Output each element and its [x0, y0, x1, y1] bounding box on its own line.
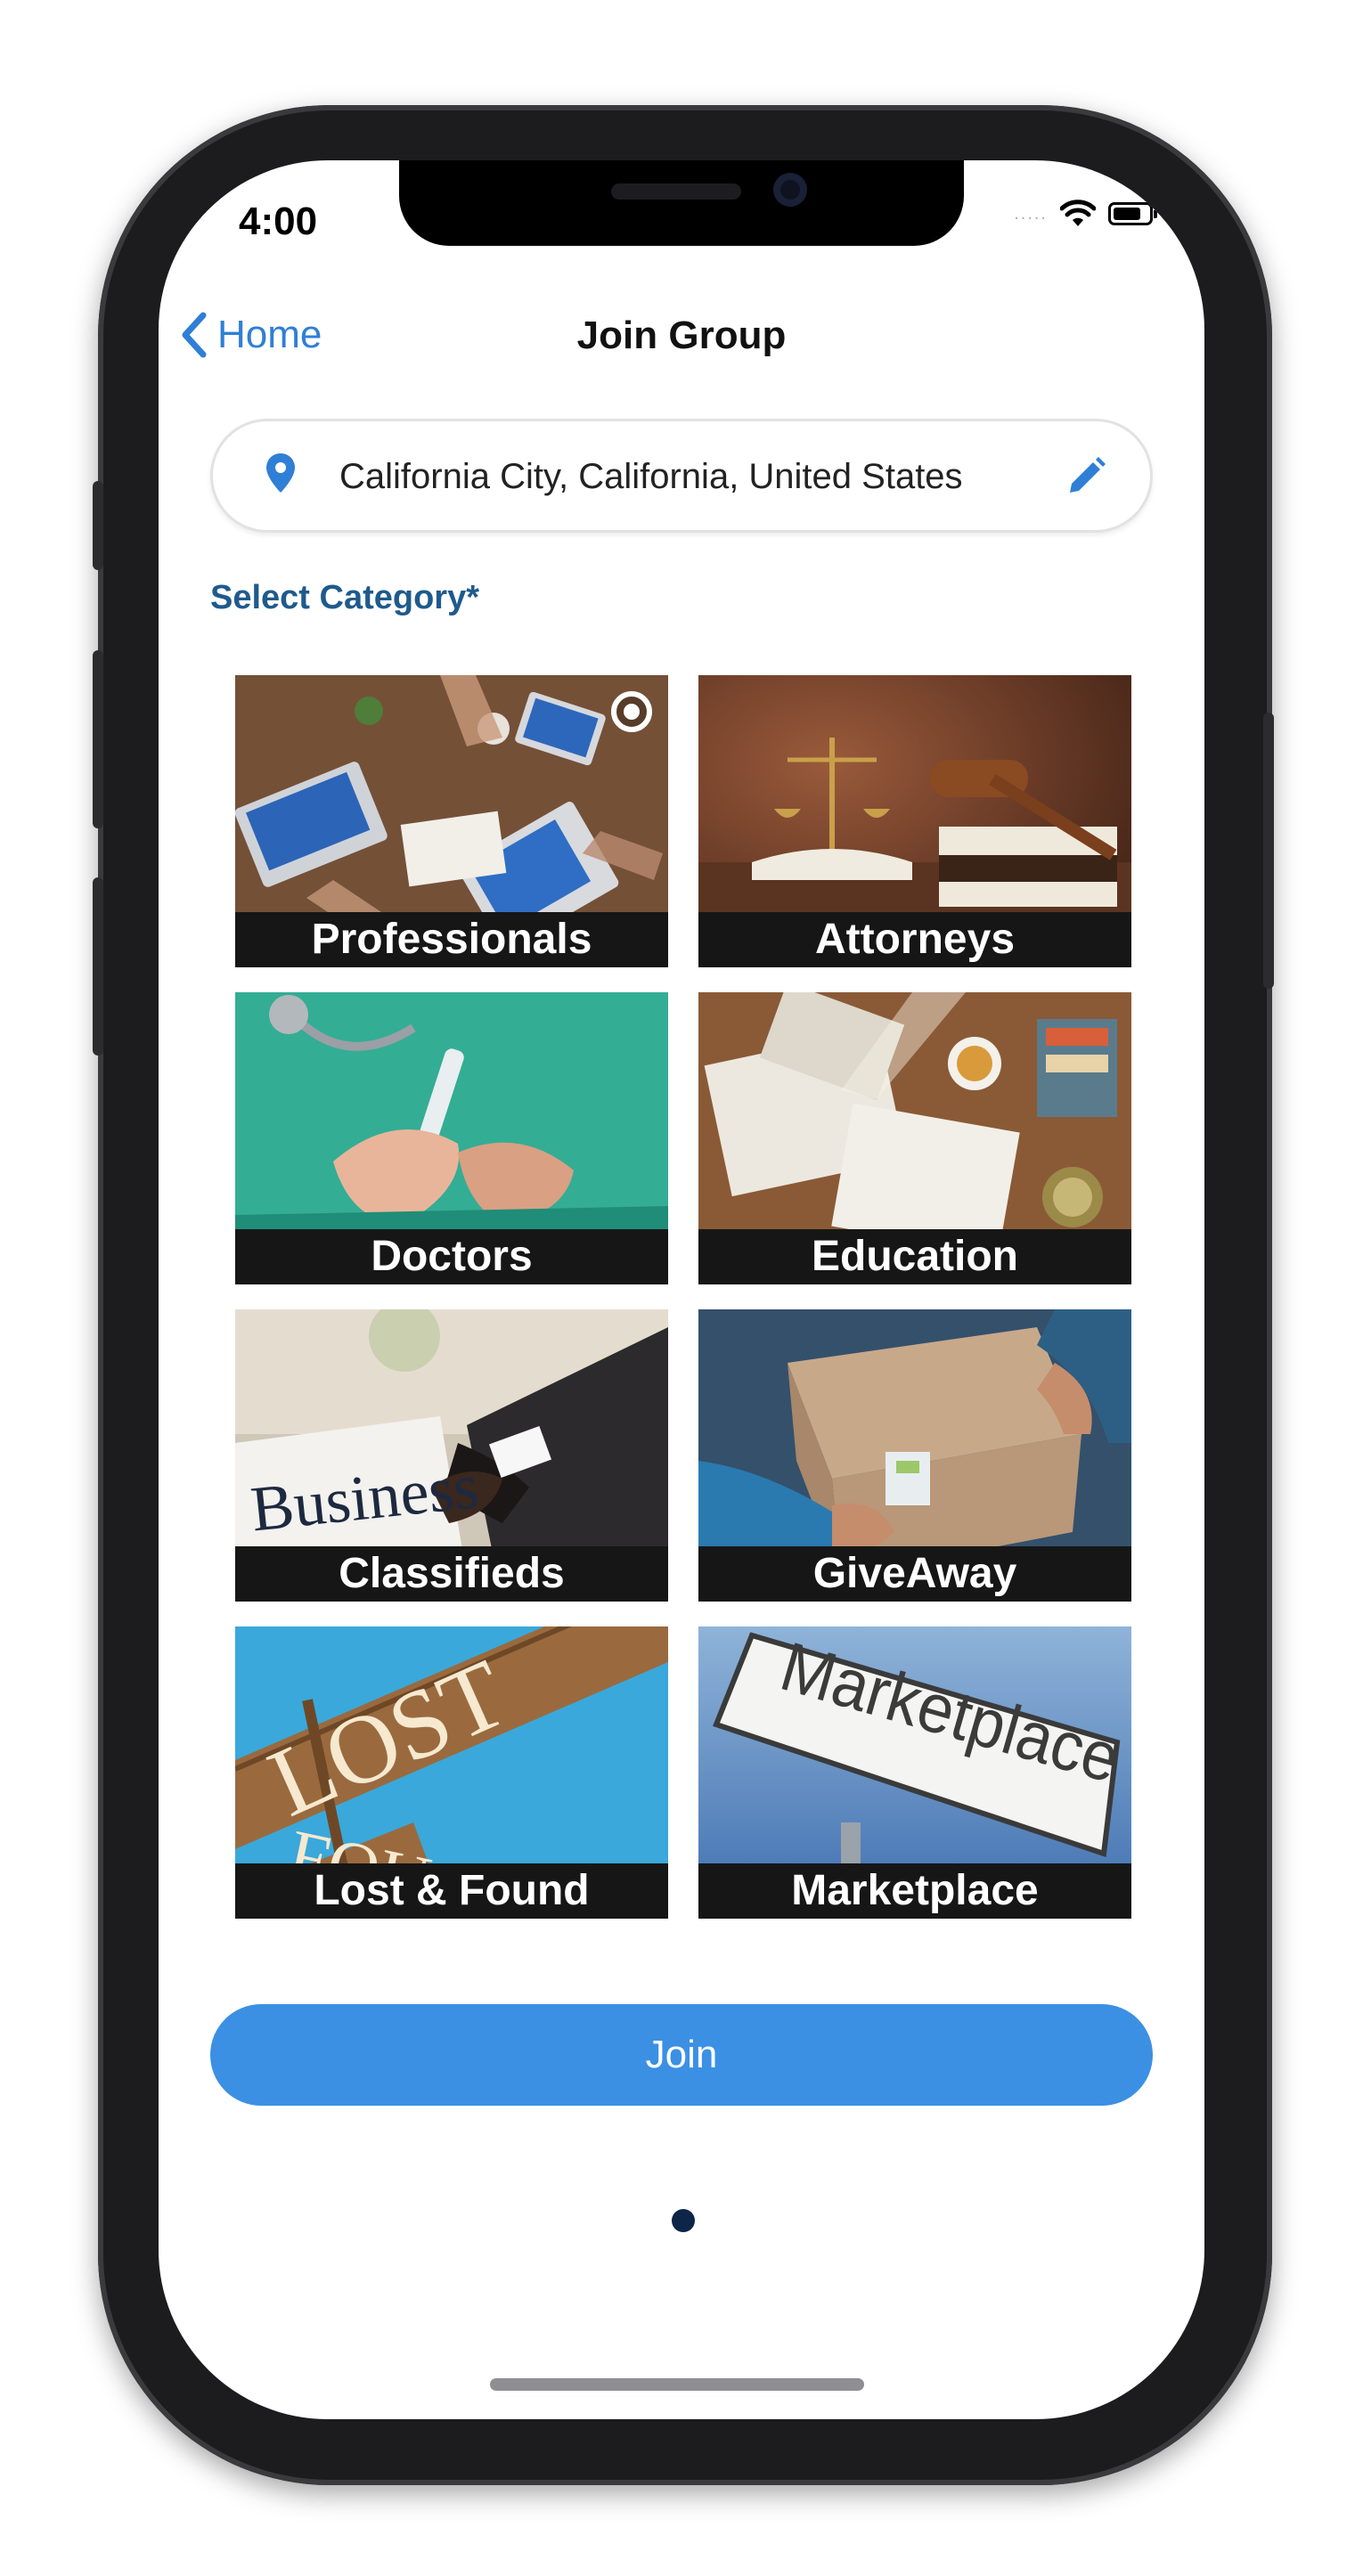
category-label: Lost & Found: [235, 1863, 668, 1919]
category-label: GiveAway: [698, 1546, 1131, 1602]
cellular-signal-icon: .....: [1014, 203, 1048, 224]
page-indicator-dot: [672, 2209, 695, 2232]
volume-up-button: [93, 650, 103, 828]
category-tile-giveaway[interactable]: GiveAway: [698, 1309, 1131, 1602]
location-text: California City, California, United Stat…: [339, 457, 963, 496]
category-tile-doctors[interactable]: Doctors: [235, 992, 668, 1284]
category-tile-education[interactable]: Education: [698, 992, 1131, 1284]
category-label: Doctors: [235, 1229, 668, 1284]
category-label: Marketplace: [698, 1863, 1131, 1919]
location-pin-icon: [266, 453, 295, 493]
status-time: 4:00: [239, 200, 318, 243]
category-label: Attorneys: [698, 912, 1131, 967]
edit-pencil-icon[interactable]: [1063, 453, 1109, 500]
app-screen: 4:00 ..... Home Join Group California Ci…: [159, 160, 1204, 2419]
battery-icon: [1108, 202, 1157, 225]
category-label: Classifieds: [235, 1546, 668, 1602]
status-icons: .....: [1014, 200, 1157, 228]
category-tile-attorneys[interactable]: Attorneys: [698, 675, 1131, 967]
selected-radio-icon[interactable]: [611, 691, 652, 732]
power-button: [1263, 713, 1274, 989]
section-label: Select Category*: [210, 579, 480, 616]
home-indicator[interactable]: [490, 2378, 864, 2391]
category-tile-professionals[interactable]: Professionals: [235, 675, 668, 967]
camera-icon: [773, 173, 807, 207]
category-tile-marketplace[interactable]: Marketplace Marketplace: [698, 1626, 1131, 1919]
page-title: Join Group: [576, 314, 787, 357]
wifi-icon: [1060, 200, 1096, 226]
join-button[interactable]: Join: [210, 2004, 1153, 2106]
category-label: Education: [698, 1229, 1131, 1284]
category-tile-classifieds[interactable]: Business Classifieds: [235, 1309, 668, 1602]
volume-down-button: [93, 877, 103, 1056]
notch: [399, 160, 964, 246]
speaker-grille: [611, 183, 741, 200]
location-field[interactable]: California City, California, United Stat…: [210, 419, 1153, 533]
category-tile-lost-found[interactable]: LOST FOU Lost & Found: [235, 1626, 668, 1919]
category-label: Professionals: [235, 912, 668, 967]
mute-switch: [93, 481, 103, 570]
